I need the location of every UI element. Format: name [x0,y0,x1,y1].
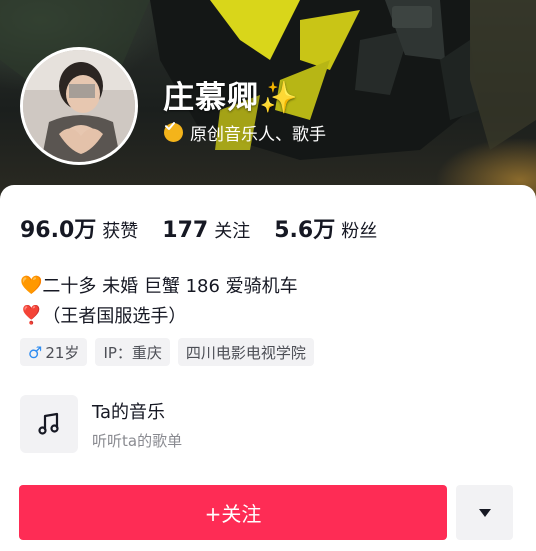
music-title: Ta的音乐 [92,401,166,423]
stat-followers-label: 粉丝 [341,221,378,242]
profile-stats: 96.0万 获赞 177 关注 5.6万 粉丝 [20,212,401,244]
stat-likes-value: 96.0万 [20,218,97,243]
bio-line-2-text: （王者国服选手） [42,306,187,327]
tag-ip-text: IP：重庆 [103,343,162,362]
stat-likes[interactable]: 96.0万 获赞 [20,212,138,244]
tag-gender-age: ♂ 21岁 [20,338,88,366]
stat-following-value: 177 [162,218,209,243]
tag-ip: IP：重庆 [95,338,170,366]
tag-school[interactable]: 四川电影电视学院 [177,338,314,366]
verification-text: 原创音乐人、歌手 [190,125,326,145]
tag-school-text: 四川电影电视学院 [185,343,306,362]
follow-button[interactable]: +关注 [19,485,447,540]
bio-line-1-text: 二十多 未婚 巨蟹 186 爱骑机车 [42,276,298,297]
bio-line-1: 🧡 二十多 未婚 巨蟹 186 爱骑机车 [20,272,298,298]
follow-button-label: +关注 [204,502,262,526]
stat-likes-label: 获赞 [102,221,139,242]
stat-followers-value: 5.6万 [274,218,336,243]
bio-line-2: ❣️ （王者国服选手） [20,302,186,328]
tag-age-text: 21岁 [45,343,80,362]
stat-followers[interactable]: 5.6万 粉丝 [274,212,377,244]
orange-heart-emoji-icon: 🧡 [20,274,43,296]
sparkles-emoji-icon: ✨ [259,80,299,116]
male-icon: ♂ [28,342,43,362]
music-icon-box [20,395,78,453]
caret-down-icon [478,508,491,517]
profile-name: 庄慕卿✨ [163,72,299,117]
heart-exclamation-emoji-icon: ❣️ [20,304,43,326]
more-options-button[interactable] [456,485,513,540]
stat-following-label: 关注 [214,221,251,242]
music-text: Ta的音乐 听听ta的歌单 [92,398,182,451]
stat-following[interactable]: 177 关注 [162,217,250,243]
verified-badge-icon [164,122,183,142]
verification-label: 原创音乐人、歌手 [164,120,326,145]
profile-tags: ♂ 21岁 IP：重庆 四川电影电视学院 [20,338,322,366]
profile-banner: 庄慕卿✨ 原创音乐人、歌手 [0,0,536,200]
music-note-icon [38,412,59,435]
music-subtitle: 听听ta的歌单 [92,431,183,450]
avatar[interactable] [20,47,138,165]
avatar-photo [23,50,135,162]
profile-name-text: 庄慕卿 [163,80,259,116]
music-entry[interactable]: Ta的音乐 听听ta的歌单 [20,395,182,453]
